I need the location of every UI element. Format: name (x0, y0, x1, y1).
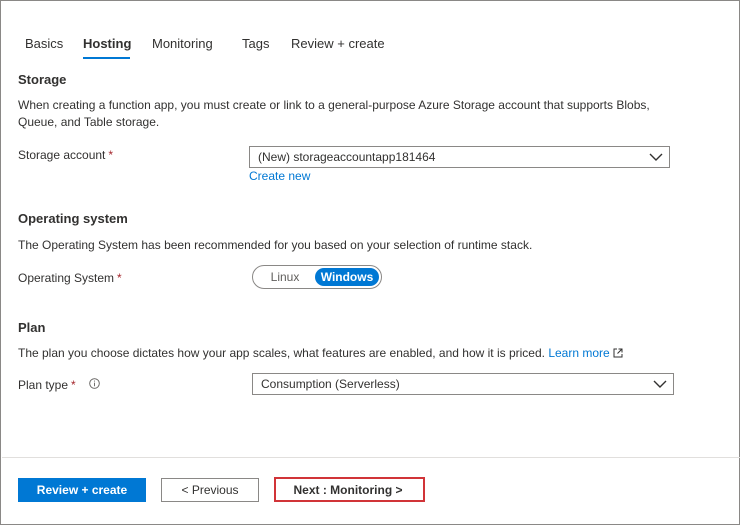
required-asterisk: * (71, 378, 76, 392)
storage-description: When creating a function app, you must c… (18, 98, 650, 129)
chevron-down-icon (649, 153, 663, 161)
required-asterisk: * (117, 271, 122, 285)
operating-system-label-text: Operating System (18, 271, 115, 285)
os-toggle: Linux Windows (252, 265, 382, 289)
tab-tags[interactable]: Tags (242, 36, 269, 51)
learn-more-link[interactable]: Learn more (548, 346, 609, 360)
os-section-title: Operating system (18, 211, 128, 226)
storage-account-label-text: Storage account (18, 148, 106, 162)
previous-button[interactable]: < Previous (161, 478, 259, 502)
operating-system-label: Operating System * (18, 271, 122, 285)
os-description: The Operating System has been recommende… (18, 238, 533, 252)
os-option-windows[interactable]: Windows (315, 268, 379, 286)
active-tab-indicator (83, 57, 130, 59)
os-option-linux[interactable]: Linux (263, 268, 307, 286)
storage-account-label: Storage account * (18, 148, 113, 162)
tab-basics[interactable]: Basics (25, 36, 63, 51)
storage-section-title: Storage (18, 72, 67, 87)
plan-type-selected-value: Consumption (Serverless) (261, 377, 400, 391)
chevron-down-icon (653, 380, 667, 388)
plan-type-dropdown[interactable]: Consumption (Serverless) (252, 373, 674, 395)
tab-hosting[interactable]: Hosting (83, 36, 131, 51)
footer-divider (2, 457, 740, 458)
info-icon[interactable] (89, 378, 100, 389)
required-asterisk: * (108, 148, 114, 162)
plan-description: The plan you choose dictates how your ap… (18, 346, 545, 360)
plan-description-row: The plan you choose dictates how your ap… (18, 345, 623, 362)
next-monitoring-button[interactable]: Next : Monitoring > (281, 482, 415, 498)
storage-account-dropdown[interactable]: (New) storageaccountapp181464 (249, 146, 670, 168)
create-new-storage-link[interactable]: Create new (249, 169, 310, 183)
plan-section-title: Plan (18, 320, 46, 335)
plan-type-label-text: Plan type (18, 378, 69, 392)
external-link-icon[interactable] (613, 348, 623, 358)
plan-type-label: Plan type * (18, 378, 76, 392)
storage-account-selected-value: (New) storageaccountapp181464 (258, 150, 436, 164)
review-create-button[interactable]: Review + create (18, 478, 146, 502)
tab-monitoring[interactable]: Monitoring (152, 36, 213, 51)
app-frame: Basics Hosting Monitoring Tags Review + … (0, 0, 740, 525)
tab-review-create[interactable]: Review + create (291, 36, 385, 51)
